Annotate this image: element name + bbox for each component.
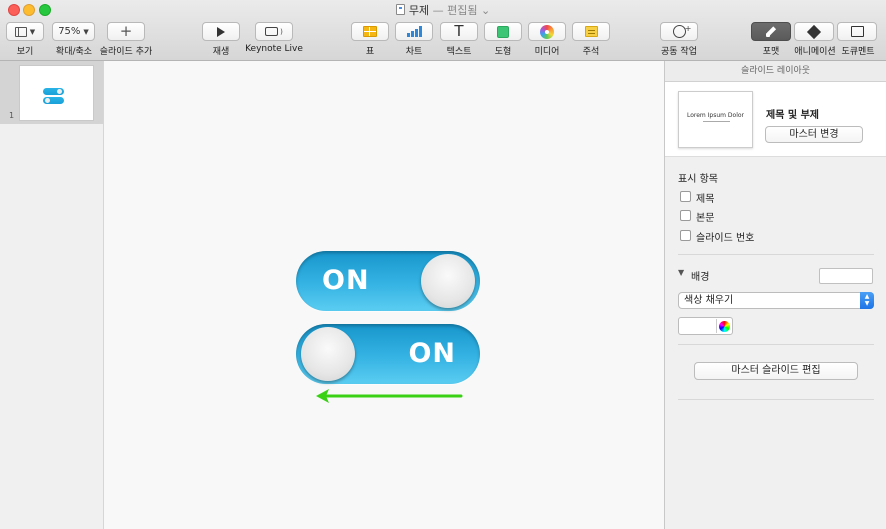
add-slide-label: 슬라이드 추가	[99, 47, 153, 57]
zoom-popup[interactable]: 75% ▼	[52, 22, 95, 41]
toggle-label: ON	[408, 338, 456, 369]
animate-button[interactable]	[794, 22, 834, 41]
chevron-down-icon: ⌄	[480, 4, 491, 17]
format-button[interactable]	[751, 22, 791, 41]
chart-icon	[406, 26, 422, 37]
background-color-well[interactable]	[678, 317, 733, 335]
view-button[interactable]: ▼	[6, 22, 44, 41]
edit-master-slide-button[interactable]: 마스터 슬라이드 편집	[694, 362, 858, 380]
slide-number: 1	[9, 111, 15, 120]
toggle-switch-on[interactable]: ON	[296, 251, 480, 311]
document-icon	[395, 4, 405, 15]
play-label: 재생	[212, 47, 230, 57]
color-wheel-icon[interactable]	[716, 319, 732, 333]
text-button[interactable]: T	[440, 22, 478, 41]
slide-thumbnail[interactable]	[19, 65, 94, 121]
slide-thumbnail-selected[interactable]: 1	[0, 61, 103, 124]
thumb-toggle-on	[43, 88, 64, 95]
chart-label: 차트	[405, 47, 423, 57]
text-label: 텍스트	[446, 47, 472, 57]
title-checkbox[interactable]	[680, 191, 691, 202]
master-thumb-subtitle-line	[703, 121, 730, 122]
zoom-label: 확대/축소	[55, 47, 93, 57]
shape-button[interactable]	[484, 22, 522, 41]
master-section: Lorem Ipsum Dolor 제목 및 부제 마스터 변경	[665, 82, 886, 157]
format-inspector: 슬라이드 레이아웃 Lorem Ipsum Dolor 제목 및 부제 마스터 …	[664, 61, 886, 529]
collaborate-icon	[672, 24, 692, 38]
table-icon	[363, 26, 377, 37]
document-name: 무제	[408, 4, 430, 17]
shape-label: 도형	[494, 47, 512, 57]
body-checkbox[interactable]	[680, 210, 691, 221]
toolbar: 무제 — 편집됨 ⌄ ▼ 보기 75% ▼ 확대/축소 + 슬라이드 추가 재생 …	[0, 0, 886, 61]
inspector-header: 슬라이드 레이아웃	[665, 61, 886, 82]
comment-button[interactable]	[572, 22, 610, 41]
media-label: 미디어	[534, 47, 560, 57]
slide-number-checkbox-label: 슬라이드 번호	[696, 233, 755, 244]
photos-icon	[540, 24, 554, 39]
thumb-toggle-off	[43, 97, 64, 104]
play-icon	[217, 26, 225, 37]
plus-icon: +	[119, 22, 133, 40]
chevron-down-icon: ▼	[29, 27, 36, 36]
change-master-button[interactable]: 마스터 변경	[765, 126, 863, 143]
updown-arrows-icon: ▲ ▼	[860, 292, 874, 309]
slide-navigator: 1	[0, 61, 104, 529]
window-title[interactable]: 무제 — 편집됨 ⌄	[0, 2, 886, 18]
format-label: 포맷	[762, 47, 780, 57]
chevron-down-icon: ▼	[83, 27, 89, 36]
edited-status: — 편집됨	[432, 4, 478, 17]
text-icon: T	[454, 22, 464, 40]
view-label: 보기	[16, 47, 34, 57]
add-slide-button[interactable]: +	[107, 22, 145, 41]
title-checkbox-label: 제목	[696, 194, 715, 205]
keynote-live-button[interactable]: )	[255, 22, 293, 41]
body-checkbox-label: 본문	[696, 213, 715, 224]
master-thumbnail[interactable]: Lorem Ipsum Dolor	[678, 91, 753, 148]
divider	[678, 399, 874, 400]
keynote-window: 무제 — 편집됨 ⌄ ▼ 보기 75% ▼ 확대/축소 + 슬라이드 추가 재생 …	[0, 0, 886, 529]
slide-number-checkbox[interactable]	[680, 230, 691, 241]
slide-canvas[interactable]: ON ON	[104, 61, 664, 529]
appearance-label: 표시 항목	[678, 174, 718, 185]
toggle-label: ON	[322, 265, 370, 296]
media-button[interactable]	[528, 22, 566, 41]
toggle-switch-off[interactable]: ON	[296, 324, 480, 384]
play-button[interactable]	[202, 22, 240, 41]
collaborate-label: 공동 작업	[661, 47, 697, 57]
diamond-icon	[806, 24, 822, 39]
toggle-knob[interactable]	[421, 254, 475, 308]
animate-label: 애니메이션	[794, 47, 836, 57]
document-button[interactable]	[837, 22, 877, 41]
chart-button[interactable]	[395, 22, 433, 41]
master-name: 제목 및 부제	[766, 110, 819, 121]
shape-icon	[497, 25, 509, 38]
paintbrush-icon	[765, 26, 777, 38]
zoom-value: 75%	[58, 26, 81, 37]
toggle-knob[interactable]	[301, 327, 355, 381]
keynote-live-label: Keynote Live	[245, 44, 303, 54]
divider	[678, 254, 874, 255]
table-label: 표	[365, 47, 375, 57]
comment-icon	[584, 26, 598, 37]
fill-type-value: 색상 채우기	[684, 295, 734, 306]
keynote-live-icon	[265, 27, 279, 36]
master-thumb-text: Lorem Ipsum Dolor	[686, 112, 745, 119]
document-label: 도큐멘트	[841, 47, 875, 57]
left-arrow-icon[interactable]	[315, 388, 465, 404]
table-button[interactable]	[351, 22, 389, 41]
divider	[678, 344, 874, 345]
collaborate-button[interactable]	[660, 22, 698, 41]
background-preview	[819, 268, 873, 284]
comment-label: 주석	[582, 47, 600, 57]
document-panel-icon	[850, 26, 864, 37]
fill-type-select[interactable]: 색상 채우기 ▲ ▼	[678, 292, 874, 309]
background-label: 배경	[691, 272, 710, 283]
sidebar-view-icon	[14, 26, 27, 37]
disclosure-triangle-icon[interactable]: ▼	[678, 268, 684, 277]
